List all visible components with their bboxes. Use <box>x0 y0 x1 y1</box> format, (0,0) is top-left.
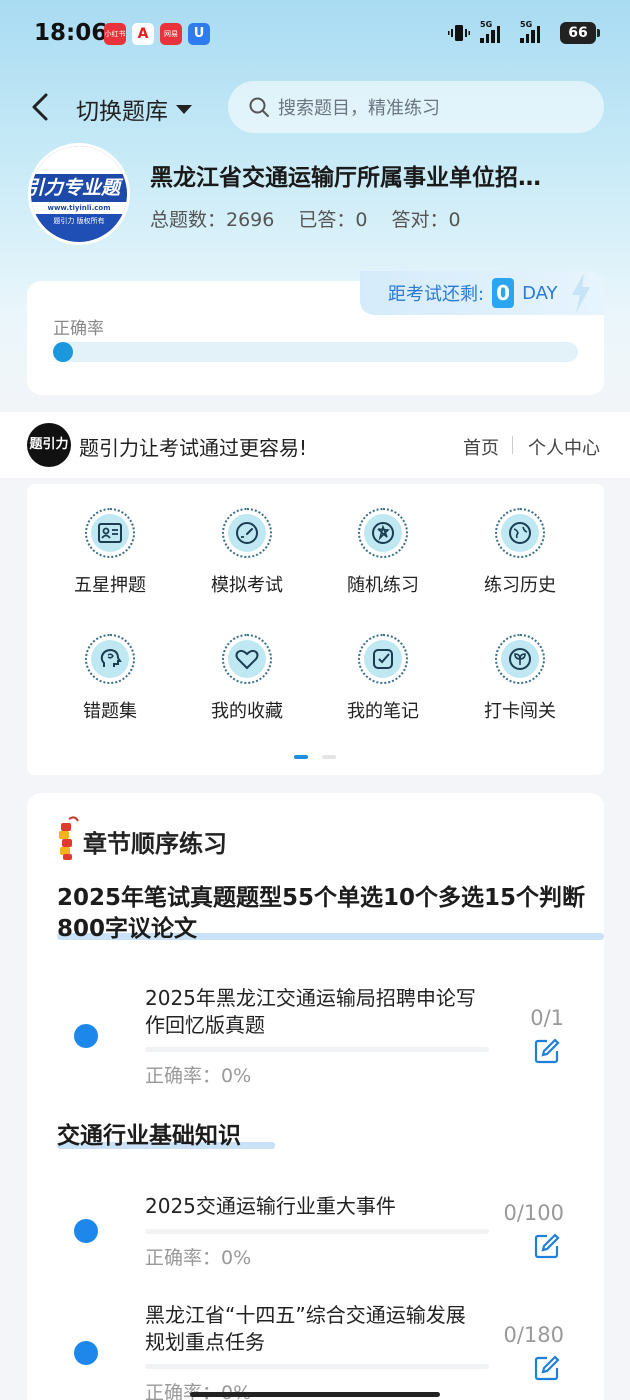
switch-bank-label: 切换题库 <box>76 99 168 125</box>
gauge-icon <box>236 522 258 544</box>
slogan-text: 题引力让考试通过更容易! <box>79 436 308 460</box>
function-label: 五星押题 <box>74 575 146 596</box>
function-random-practice[interactable]: 随机练习 <box>318 508 448 597</box>
xiaohongshu-app-icon: 小红书 <box>104 23 126 45</box>
item-title: 2025年黑龙江交通运输局招聘申论写作回忆版真题 <box>145 986 476 1037</box>
edit-icon[interactable] <box>534 1038 560 1064</box>
signal-icon: 5G <box>520 20 550 43</box>
head-icon <box>100 648 122 667</box>
search-icon <box>249 97 269 117</box>
search-placeholder: 搜索题目，精准练习 <box>278 98 440 119</box>
item-count: 0/1 <box>530 1006 564 1030</box>
accuracy-progress-bar <box>53 342 578 362</box>
item-count: 0/100 <box>503 1201 564 1225</box>
slogan-bar: 题引力 题引力让考试通过更容易! 首页 个人中心 <box>0 412 630 478</box>
item-status-dot <box>74 1219 98 1243</box>
bank-title: 黑龙江省交通运输厅所属事业单位招… <box>150 165 541 191</box>
correct-count: 答对：0 <box>391 209 461 231</box>
search-input[interactable]: 搜索题目，精准练习 <box>228 81 604 133</box>
tiyinli-logo: 题引力 <box>27 423 71 467</box>
edit-icon[interactable] <box>534 1233 560 1259</box>
function-label: 我的笔记 <box>347 701 419 722</box>
function-notes[interactable]: 我的笔记 <box>318 634 448 723</box>
countdown-label: 距考试还剩: <box>388 284 485 305</box>
firecracker-icon <box>59 816 79 860</box>
function-label: 打卡闯关 <box>484 701 556 722</box>
countdown-value: 0 <box>492 278 515 308</box>
function-mock-exam[interactable]: 模拟考试 <box>182 508 312 597</box>
item-status-dot <box>74 1024 98 1048</box>
lightning-icon <box>571 273 590 313</box>
function-checkin[interactable]: 打卡闯关 <box>455 634 585 723</box>
function-label: 练习历史 <box>484 575 556 596</box>
item-title: 2025交通运输行业重大事件 <box>145 1194 396 1218</box>
chapter-group-title: 2025年笔试真题题型55个单选10个多选15个判断 800字议论文 <box>57 885 586 942</box>
nav-divider <box>512 436 513 454</box>
item-title: 黑龙江省“十四五”综合交通运输发展规划重点任务 <box>145 1303 466 1354</box>
id-card-icon <box>98 523 122 543</box>
function-label: 我的收藏 <box>211 701 283 722</box>
item-accuracy: 正确率：0% <box>145 1247 252 1269</box>
function-favorites[interactable]: 我的收藏 <box>182 634 312 723</box>
edit-icon[interactable] <box>534 1355 560 1381</box>
status-bar: 18:06 小红书 A 网易 U 5G 5G 66 <box>0 0 630 68</box>
caret-down-icon <box>176 104 192 114</box>
pager-dot-active <box>294 755 308 759</box>
function-label: 随机练习 <box>347 575 419 596</box>
countdown-unit: DAY <box>522 282 558 304</box>
exam-countdown: 距考试还剩: 0 DAY <box>360 271 604 315</box>
function-label: 模拟考试 <box>211 575 283 596</box>
network-icon <box>372 522 394 544</box>
question-bank-logo: 引力专业题 www.tiyinli.com 题引力 版权所有 <box>28 143 130 245</box>
leaf-icon <box>509 648 531 670</box>
a-app-icon: A <box>132 23 154 45</box>
pager-dot <box>322 755 336 759</box>
netease-app-icon: 网易 <box>160 23 182 45</box>
item-accuracy: 正确率：0% <box>145 1065 252 1087</box>
battery-icon: 66 <box>560 22 600 44</box>
function-practice-history[interactable]: 练习历史 <box>455 508 585 597</box>
accuracy-card: 距考试还剩: 0 DAY 正确率 <box>27 271 604 395</box>
function-five-star[interactable]: 五星押题 <box>45 508 175 597</box>
answered-count: 已答：0 <box>298 209 368 231</box>
heart-icon <box>235 649 259 670</box>
accuracy-progress-handle <box>53 342 73 362</box>
home-link[interactable]: 首页 <box>463 434 499 460</box>
globe-icon <box>509 522 531 544</box>
function-label: 错题集 <box>83 701 137 722</box>
item-progress-bar <box>145 1047 489 1052</box>
back-arrow-icon[interactable] <box>26 90 56 124</box>
item-progress-bar <box>145 1229 489 1234</box>
signal-icon: 5G <box>480 20 510 43</box>
accuracy-label: 正确率 <box>53 319 104 339</box>
u-app-icon: U <box>188 23 210 45</box>
home-indicator[interactable] <box>190 1392 440 1397</box>
function-wrong-set[interactable]: 错题集 <box>45 634 175 723</box>
note-icon <box>373 649 393 669</box>
total-count: 总题数：2696 <box>150 209 275 231</box>
item-status-dot <box>74 1341 98 1365</box>
profile-link[interactable]: 个人中心 <box>528 434 600 460</box>
item-count: 0/180 <box>503 1323 564 1347</box>
vibrate-icon <box>448 25 470 41</box>
status-time: 18:06 <box>34 20 108 46</box>
grid-pager[interactable] <box>294 755 336 759</box>
item-progress-bar <box>145 1364 489 1369</box>
chapter-practice-card: 章节顺序练习 2025年笔试真题题型55个单选10个多选15个判断 800字议论… <box>27 793 604 1400</box>
chapter-section-title: 章节顺序练习 <box>83 830 227 858</box>
switch-bank-button[interactable]: 切换题库 <box>76 92 192 126</box>
bank-stats: 总题数：2696 已答：0 答对：0 <box>150 205 479 232</box>
function-grid: 五星押题 模拟考试 随机练习 练习历史 错题集 我的收藏 我的笔记 打卡闯关 <box>27 484 604 775</box>
chapter-group-title: 交通行业基础知识 <box>57 1123 241 1149</box>
